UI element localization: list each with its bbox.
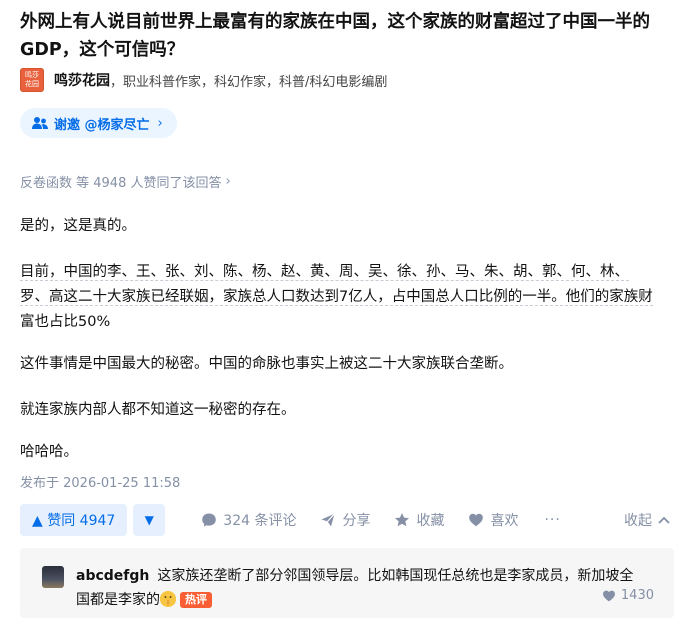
author-name[interactable]: 鸣莎花园 [54,70,110,90]
answer-card: 外网上有人说目前世界上最富有的家族在中国，这个家族的财富超过了中国一半的GDP，… [0,0,690,626]
star-icon [395,513,410,527]
share-button[interactable]: 分享 [320,510,370,530]
hot-comment-badge: 热评 [180,592,212,608]
comment-like-button[interactable]: 1430 [602,588,654,603]
downvote-button[interactable]: ▼ [133,504,166,536]
invite-label: 谢邀 @杨家尽亡 [54,117,150,133]
more-options-button[interactable]: ··· [544,512,560,528]
comments-label: 324 条评论 [223,513,297,529]
chevron-right-icon: › [157,115,163,131]
heart-icon [469,513,484,527]
heart-icon [602,590,615,601]
question-title[interactable]: 外网上有人说目前世界上最富有的家族在中国，这个家族的财富超过了中国一半的GDP，… [20,8,680,64]
author-bio: ，职业科普作家，科幻作家，科普/科幻电影编剧 [110,74,388,90]
answer-paragraph: 哈哈哈。 [20,444,78,460]
action-bar: ▲ 赞同 4947 ▼ 324 条评论 分享 收藏 喜欢 ··· 收起 [20,504,680,536]
comment-like-count: 1430 [620,588,654,603]
avatar-logo: 鸣莎 花园 [25,71,39,88]
collapse-label: 收起 [624,513,652,529]
voters-summary[interactable]: 反卷函数 等 4948 人赞同了该回答 › [20,172,231,191]
answer-paragraph: 目前，中国的李、王、张、刘、陈、杨、赵、黄、周、吴、徐、孙、马、朱、胡、郭、何、… [20,258,670,286]
answer-paragraph: 罗、高这二十大家族已经联姻，家族总人口数达到7亿人，占中国总人口比例的一半。他们… [20,283,670,311]
comments-button[interactable]: 324 条评论 [201,510,296,530]
like-label: 喜欢 [490,513,519,529]
voters-text: 反卷函数 等 4948 人赞同了该回答 [20,176,222,191]
commenter-avatar[interactable] [42,566,64,588]
users-icon [32,116,48,130]
top-comment: abcdefgh 这家族还垄断了部分邻国领导层。比如韩国现任总统也是李家成员，新加… [20,548,674,618]
invite-tag[interactable]: 谢邀 @杨家尽亡 › [20,108,177,138]
publish-time[interactable]: 发布于 2026-01-25 11:58 [20,472,180,491]
answer-paragraph: 就连家族内部人都不知道这一秘密的存在。 [20,402,296,418]
chevron-up-icon [658,516,670,524]
upvote-button[interactable]: ▲ 赞同 4947 [20,504,128,536]
answer-paragraph: 这件事情是中国最大的秘密。中国的命脉也事实上被这二十大家族联合垄断。 [20,356,513,372]
collapse-button[interactable]: 收起 [624,504,670,536]
comment-icon [202,513,217,527]
author-avatar[interactable]: 鸣莎 花园 [20,68,44,92]
author-row: 鸣莎 花园 鸣莎花园 ，职业科普作家，科幻作家，科普/科幻电影编剧 [20,68,387,92]
shushing-face-icon [160,591,176,607]
answer-paragraph: 是的，这是真的。 [20,218,136,234]
favorite-button[interactable]: 收藏 [394,510,444,530]
share-icon [321,513,336,527]
answer-paragraph: 富也占比50% [20,314,111,330]
answer-line-linked[interactable]: 罗、高这二十大家族已经联姻，家族总人口数达到7亿人，占中国总人口比例的一半。他们… [20,289,653,306]
chevron-right-icon: › [225,174,231,189]
commenter-name[interactable]: abcdefgh [76,568,149,584]
favorite-label: 收藏 [416,513,445,529]
answer-line-linked[interactable]: 目前，中国的李、王、张、刘、陈、杨、赵、黄、周、吴、徐、孙、马、朱、胡、郭、何、… [20,264,629,281]
share-label: 分享 [342,513,371,529]
comment-body: abcdefgh 这家族还垄断了部分邻国领导层。比如韩国现任总统也是李家成员，新加… [76,564,636,612]
like-button[interactable]: 喜欢 [468,510,518,530]
